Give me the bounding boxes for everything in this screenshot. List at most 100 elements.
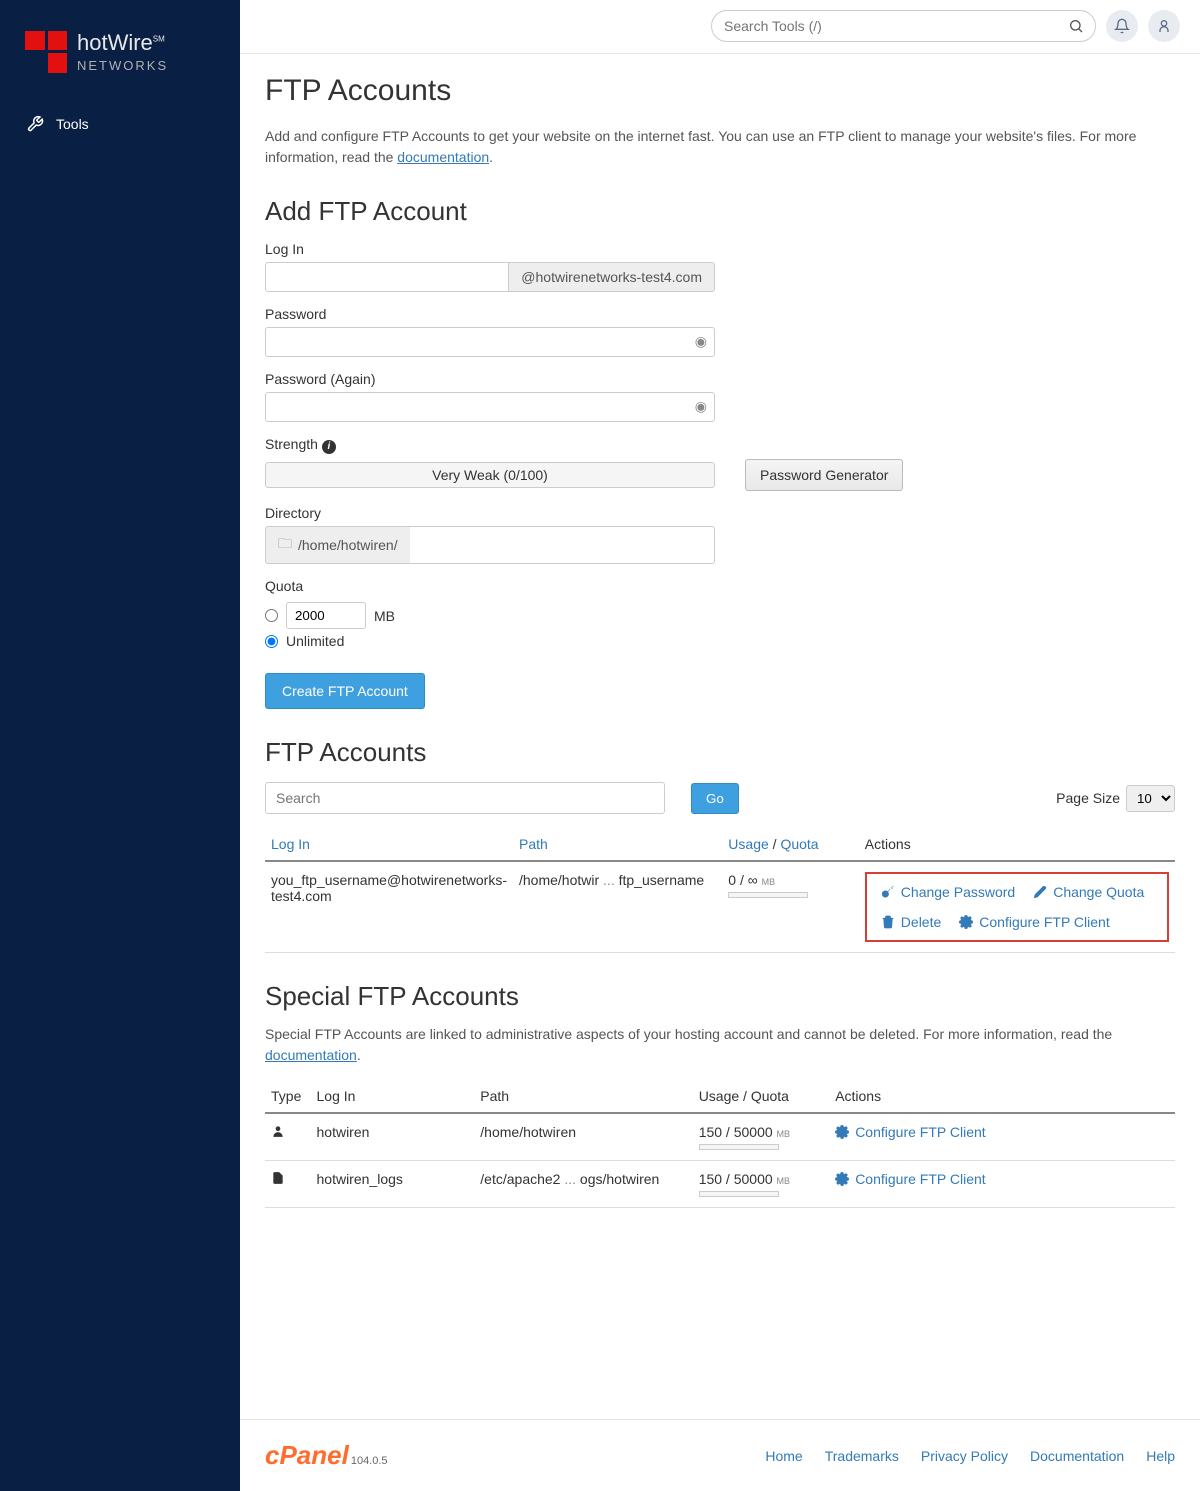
main: FTP Accounts Add and configure FTP Accou… [240,0,1200,1491]
table-row: you_ftp_username@hotwirenetworks-test4.c… [265,861,1175,953]
footer-link-help[interactable]: Help [1146,1448,1175,1464]
accounts-search-button[interactable]: Go [691,783,739,814]
cell-login: hotwiren [311,1113,475,1161]
password-label: Password [265,306,1175,322]
directory-input[interactable] [410,526,715,564]
cell-usage: 0 / ∞ MB [722,861,859,953]
footer: cPanel104.0.5 Home Trademarks Privacy Po… [240,1419,1200,1491]
login-input[interactable] [265,262,509,292]
key-icon [881,885,895,899]
logo-icon [25,31,67,73]
search-input[interactable] [711,10,1096,42]
cell-path: /home/hotwir ... ftp_username [513,861,722,953]
folder-icon [278,533,292,557]
quota-value-input[interactable] [286,602,366,629]
actions-box: Change Password Change Quota Delete [865,872,1169,942]
configure-ftp-link[interactable]: Configure FTP Client [835,1171,985,1187]
quota-limited-radio[interactable] [265,609,278,622]
table-row: hotwiren_logs /etc/apache2 ... ogs/hotwi… [265,1161,1175,1208]
change-quota-link[interactable]: Change Quota [1033,884,1144,900]
pencil-icon [1033,885,1047,899]
notifications-button[interactable] [1106,10,1138,42]
reveal-password-again-icon[interactable]: ◉ [695,398,707,415]
footer-link-home[interactable]: Home [765,1448,802,1464]
bell-icon [1114,18,1130,34]
cell-login: hotwiren_logs [311,1161,475,1208]
intro-text: Add and configure FTP Accounts to get yo… [265,126,1175,168]
strength-meter: Very Weak (0/100) [265,462,715,488]
topbar [240,0,1200,53]
password-again-label: Password (Again) [265,371,1175,387]
footer-links: Home Trademarks Privacy Policy Documenta… [765,1448,1175,1464]
login-label: Log In [265,241,1175,257]
user-icon [271,1124,285,1138]
footer-link-trademarks[interactable]: Trademarks [825,1448,899,1464]
file-icon [271,1171,285,1185]
footer-link-documentation[interactable]: Documentation [1030,1448,1124,1464]
usage-bar [699,1191,779,1197]
configure-ftp-link[interactable]: Configure FTP Client [835,1124,985,1140]
login-domain-suffix: @hotwirenetworks-test4.com [509,262,715,292]
col-path: Path [474,1080,692,1113]
usage-bar [728,892,808,898]
sidebar-item-label: Tools [56,116,89,132]
gear-icon [835,1125,849,1139]
ftp-accounts-table: Log In Path Usage / Quota Actions you_ft… [265,828,1175,953]
trash-icon [881,915,895,929]
reveal-password-icon[interactable]: ◉ [695,333,707,350]
strength-label: Strength i [265,436,1175,454]
col-login: Log In [311,1080,475,1113]
col-usage-quota: Usage / Quota [722,828,859,861]
col-path[interactable]: Path [513,828,722,861]
quota-unit: MB [374,608,395,624]
ftp-accounts-heading: FTP Accounts [265,737,1175,768]
gear-icon [959,915,973,929]
configure-ftp-link[interactable]: Configure FTP Client [959,914,1109,930]
tools-icon [26,115,44,133]
page-size-label: Page Size [1056,790,1120,806]
cell-usage: 150 / 50000 MB [693,1161,830,1208]
create-ftp-button[interactable]: Create FTP Account [265,673,425,709]
col-actions: Actions [829,1080,1175,1113]
special-ftp-heading: Special FTP Accounts [265,981,1175,1012]
gear-icon [835,1172,849,1186]
brand-logo: hotWireSM NETWORKS [0,0,240,103]
cell-path: /etc/apache2 ... ogs/hotwiren [474,1161,692,1208]
accounts-search-input[interactable] [265,782,665,814]
password-again-input[interactable] [265,392,715,422]
quota-unlimited-label: Unlimited [286,633,344,649]
cell-login: you_ftp_username@hotwirenetworks-test4.c… [265,861,513,953]
col-login[interactable]: Log In [265,828,513,861]
page-size-select[interactable]: 10 [1126,785,1175,812]
special-intro: Special FTP Accounts are linked to admin… [265,1024,1175,1066]
delete-link[interactable]: Delete [881,914,941,930]
footer-link-privacy[interactable]: Privacy Policy [921,1448,1008,1464]
quota-unlimited-radio[interactable] [265,635,278,648]
col-usage: Usage / Quota [693,1080,830,1113]
sidebar-item-tools[interactable]: Tools [0,103,240,145]
quota-label: Quota [265,578,1175,594]
col-type: Type [265,1080,311,1113]
user-icon [1156,18,1172,34]
special-ftp-table: Type Log In Path Usage / Quota Actions h… [265,1080,1175,1208]
documentation-link[interactable]: documentation [397,149,489,165]
usage-bar [699,1144,779,1150]
user-menu-button[interactable] [1148,10,1180,42]
password-input[interactable] [265,327,715,357]
directory-label: Directory [265,505,1175,521]
add-ftp-heading: Add FTP Account [265,196,1175,227]
directory-prefix: /home/hotwiren/ [265,526,410,564]
brand-subtitle: NETWORKS [77,58,168,73]
sidebar: hotWireSM NETWORKS Tools [0,0,240,1491]
cpanel-logo: cPanel104.0.5 [265,1440,388,1471]
info-icon[interactable]: i [322,440,336,454]
search-icon [1068,18,1084,34]
col-actions: Actions [859,828,1175,861]
change-password-link[interactable]: Change Password [881,884,1015,900]
page-title: FTP Accounts [265,74,1175,108]
table-row: hotwiren /home/hotwiren 150 / 50000 MB C… [265,1113,1175,1161]
special-documentation-link[interactable]: documentation [265,1047,357,1063]
brand-name: hotWire [77,30,153,55]
cell-usage: 150 / 50000 MB [693,1113,830,1161]
password-generator-button[interactable]: Password Generator [745,459,903,491]
